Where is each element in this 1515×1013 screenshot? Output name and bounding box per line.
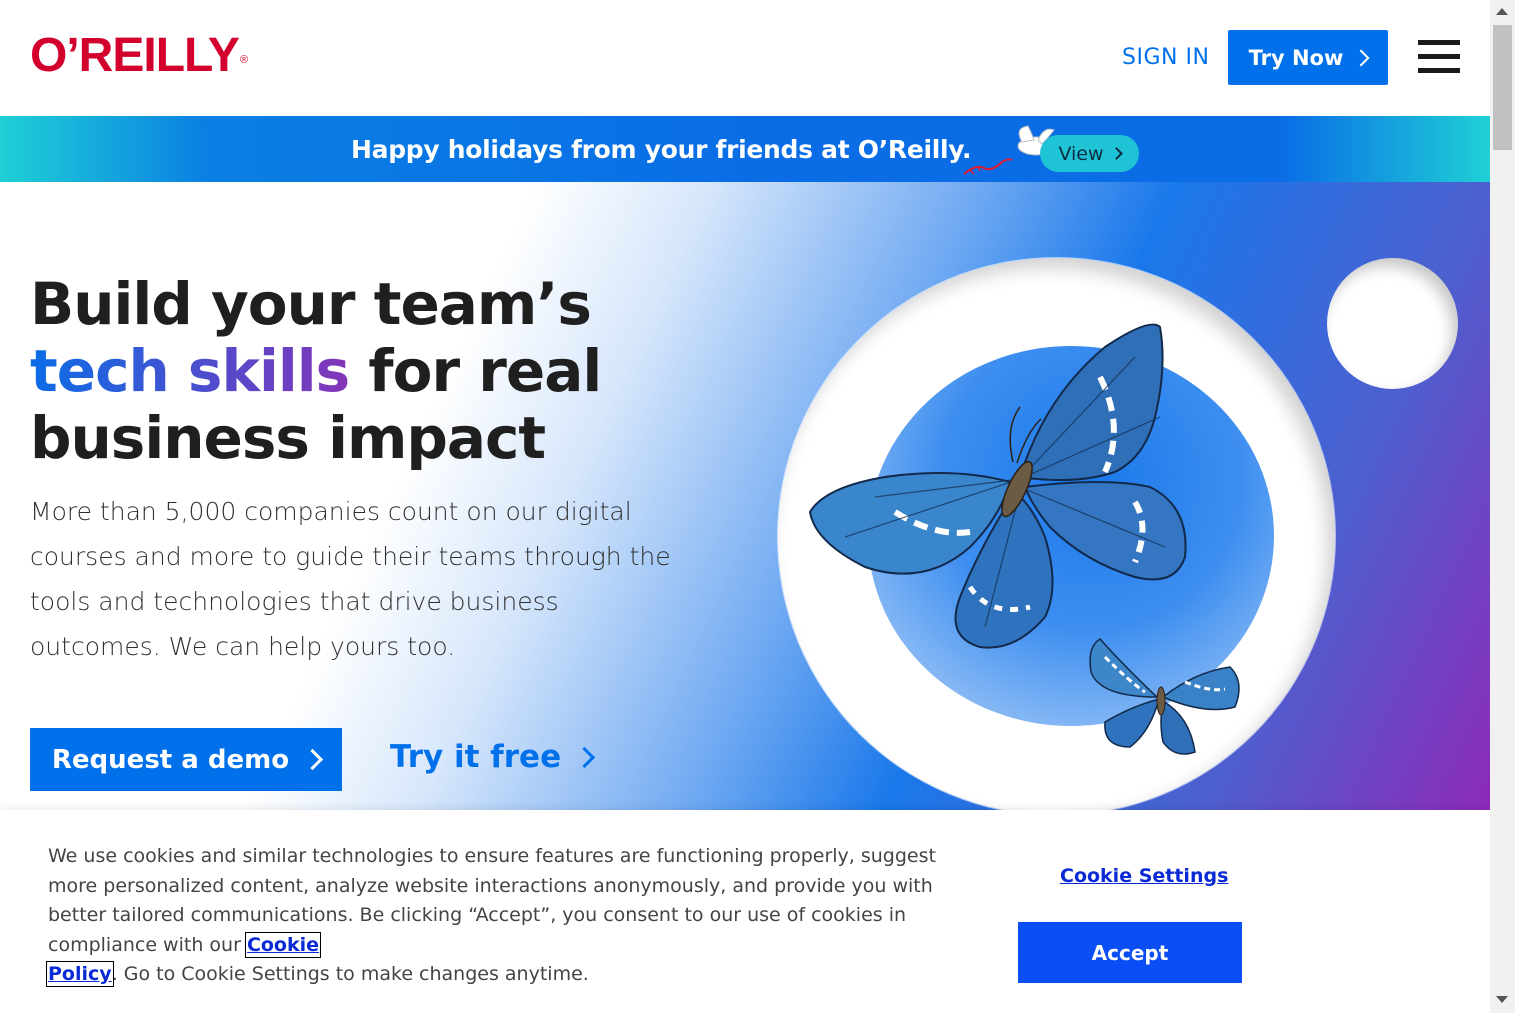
view-label: View [1058, 142, 1104, 165]
sign-in-link[interactable]: SIGN IN [1122, 44, 1209, 72]
try-it-free-link[interactable]: Try it free [390, 737, 596, 777]
request-demo-label: Request a demo [51, 744, 290, 775]
logo-text: O’REILLY [30, 29, 240, 82]
cookie-text-after: . Go to Cookie Settings to make changes … [111, 963, 589, 985]
site-header: O’REILLY® SIGN IN Try Now [0, 0, 1490, 116]
cookie-text-before: We use cookies and similar technologies … [48, 845, 936, 956]
chevron-right-icon [1352, 49, 1370, 66]
view-button[interactable]: View [1040, 135, 1139, 172]
holiday-banner: Happy holidays from your friends at O’Re… [0, 116, 1490, 182]
scroll-up-arrow-icon[interactable] [1496, 8, 1508, 15]
banner-text: Happy holidays from your friends at O’Re… [351, 135, 972, 164]
cookie-message: We use cookies and similar technologies … [46, 842, 978, 990]
cookie-settings-link[interactable]: Cookie Settings [1060, 865, 1228, 887]
chevron-right-icon [301, 748, 324, 771]
small-butterfly-illustration [1089, 638, 1240, 755]
hamburger-line [1418, 68, 1460, 73]
page-scrollbar[interactable] [1490, 0, 1515, 1013]
headline-line-3: business impact [30, 404, 546, 472]
butterfly-illustration [808, 323, 1187, 649]
hamburger-line [1418, 40, 1460, 45]
hamburger-line [1418, 54, 1460, 59]
scroll-down-arrow-icon[interactable] [1496, 996, 1508, 1003]
cookie-consent-banner: We use cookies and similar technologies … [0, 810, 1490, 1013]
cookie-policy-link[interactable]: Cookie [244, 931, 322, 958]
hero-subtext: More than 5,000 companies count on our d… [30, 497, 671, 661]
try-it-free-label: Try it free [390, 739, 562, 775]
cookie-policy-link-continued[interactable]: Policy [46, 961, 114, 987]
oreilly-logo[interactable]: O’REILLY® [30, 29, 248, 82]
request-demo-button[interactable]: Request a demo [30, 728, 342, 791]
headline-line-2: tech skills for real [30, 337, 602, 405]
hero-small-circle [1327, 258, 1458, 389]
hamburger-icon[interactable] [1418, 40, 1460, 74]
headline-line-2-rest: for real [349, 337, 602, 405]
scrollbar-thumb[interactable] [1493, 25, 1512, 150]
hero-headline: Build your team’s tech skills for real b… [30, 270, 602, 472]
chevron-right-icon [1109, 147, 1123, 160]
headline-highlight: tech skills [30, 337, 350, 405]
try-now-button[interactable]: Try Now [1228, 30, 1388, 85]
accept-cookies-button[interactable]: Accept [1018, 922, 1242, 983]
hero-section: Build your team’s tech skills for real b… [0, 182, 1490, 810]
try-now-label: Try Now [1248, 45, 1344, 70]
chevron-right-icon [573, 746, 596, 768]
registered-mark: ® [239, 54, 248, 66]
headline-line-1: Build your team’s [30, 270, 592, 338]
